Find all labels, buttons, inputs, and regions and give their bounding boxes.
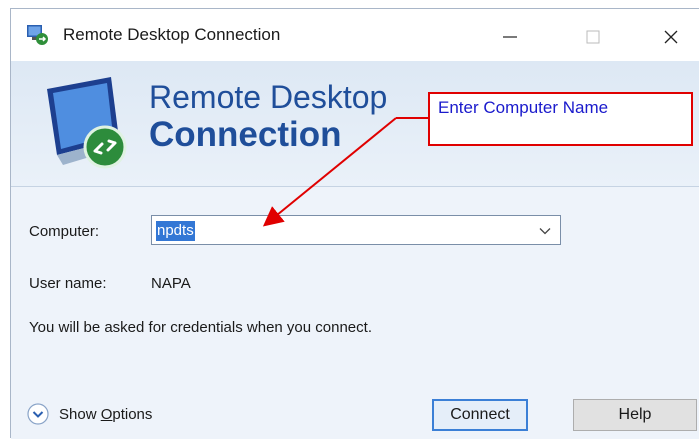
title-bar[interactable]: Remote Desktop Connection <box>11 9 699 61</box>
show-options-accel: O <box>100 405 113 423</box>
maximize-button[interactable] <box>578 23 608 51</box>
credentials-info-text: You will be asked for credentials when y… <box>29 319 372 336</box>
monitor-connection-icon <box>47 77 127 169</box>
username-value: NAPA <box>151 275 191 292</box>
show-options-suffix: ptions <box>112 405 153 423</box>
computer-input-value[interactable]: npdts <box>156 221 195 241</box>
remote-desktop-icon <box>27 25 48 45</box>
maximize-icon <box>586 30 600 44</box>
help-button[interactable]: Help <box>573 399 697 431</box>
remote-desktop-window: Remote Desktop Connection Remote Desktop <box>10 8 699 439</box>
show-options-toggle[interactable]: Show Options <box>27 403 152 425</box>
minimize-icon <box>503 36 517 38</box>
annotation-callout-text: Enter Computer Name <box>438 98 609 117</box>
window-title: Remote Desktop Connection <box>63 25 281 44</box>
computer-label: Computer: <box>29 223 100 240</box>
username-label: User name: <box>29 275 107 292</box>
chevron-down-icon[interactable] <box>538 224 552 238</box>
close-button[interactable] <box>656 23 686 51</box>
close-icon <box>664 30 678 44</box>
show-options-label[interactable]: Show Options <box>59 406 152 423</box>
connect-button[interactable]: Connect <box>432 399 528 431</box>
expand-circle-icon[interactable] <box>27 403 49 425</box>
minimize-button[interactable] <box>495 23 525 51</box>
computer-combobox[interactable]: npdts <box>151 215 561 245</box>
banner-title-line2: Connection <box>149 115 342 154</box>
content-area: Computer: npdts User name: NAPA You will… <box>11 187 699 439</box>
show-options-prefix: Show <box>59 405 101 423</box>
annotation-callout-box: Enter Computer Name <box>428 92 693 146</box>
banner-title-line1: Remote Desktop <box>149 79 388 115</box>
